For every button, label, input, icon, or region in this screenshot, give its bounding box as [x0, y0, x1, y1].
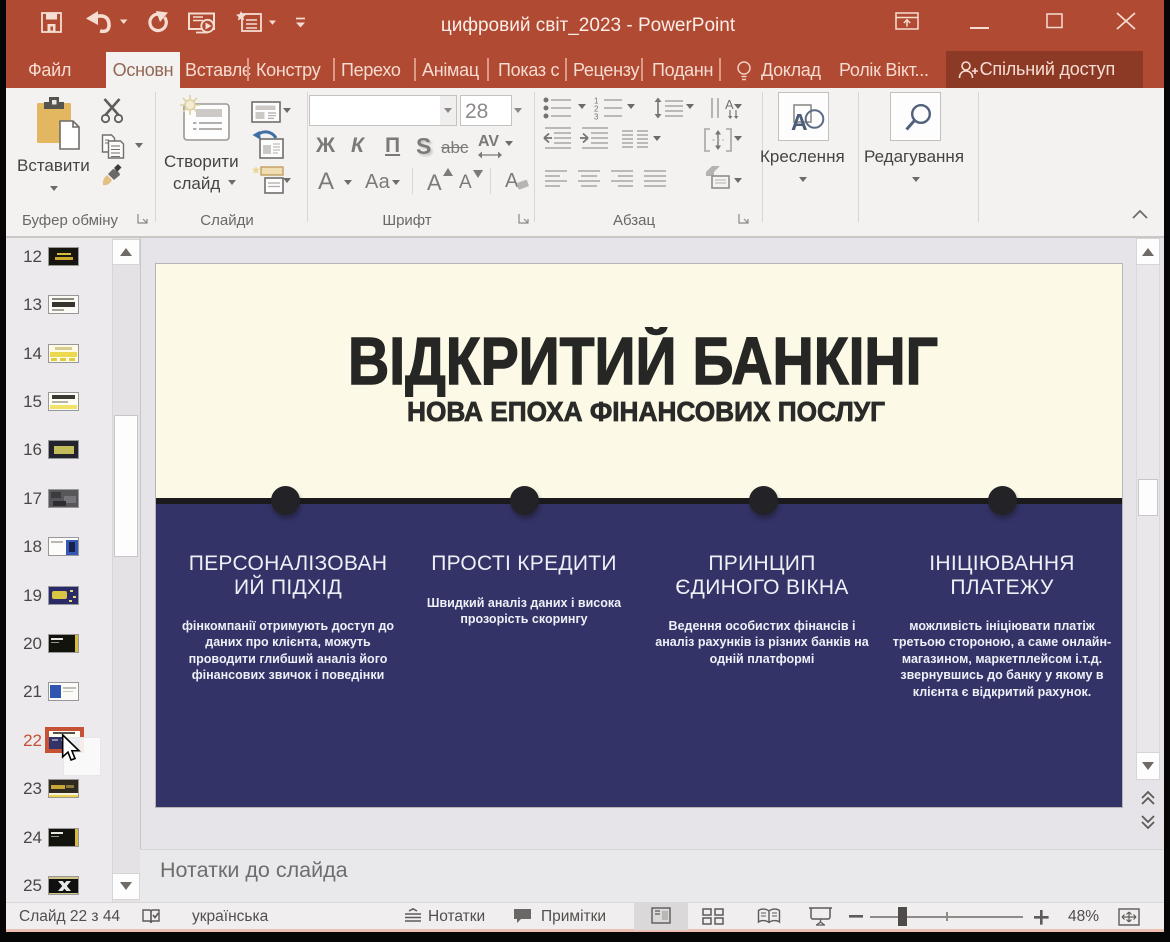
svg-text:А: А [791, 109, 808, 135]
svg-text:A: A [725, 97, 734, 112]
svg-text:НОВА ЕПОХА ФІНАНСОВИХ ПОСЛУГ: НОВА ЕПОХА ФІНАНСОВИХ ПОСЛУГ [407, 396, 885, 426]
svg-text:3: 3 [594, 113, 599, 122]
svg-text:ВІДКРИТИЙ БАНКІНГ: ВІДКРИТИЙ БАНКІНГ [348, 327, 938, 397]
